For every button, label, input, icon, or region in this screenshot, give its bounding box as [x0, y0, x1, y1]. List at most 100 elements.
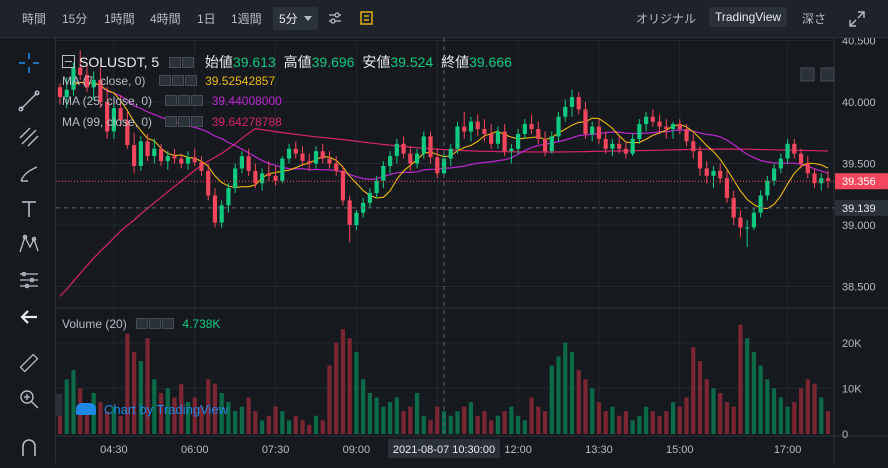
interval-1[interactable]: 15分	[62, 10, 87, 27]
candle-body	[670, 124, 676, 130]
eye-icon[interactable]	[169, 57, 182, 68]
volume-tick-label: 10K	[842, 383, 862, 395]
volume-bar	[724, 402, 730, 434]
eye-icon[interactable]	[165, 95, 178, 106]
volume-bar	[246, 397, 251, 434]
candle-body	[785, 143, 790, 159]
time-tick-label: 04:30	[100, 444, 128, 456]
volume-bar	[590, 388, 595, 434]
volume-bar	[408, 406, 413, 434]
volume-bar	[583, 379, 588, 434]
volume-bar	[691, 347, 696, 434]
volume-bar	[145, 338, 150, 434]
volume-bar	[462, 406, 467, 434]
candle-body	[192, 157, 197, 163]
chart-area[interactable]: 40.500 40.000 39.500 39.000 38.500 39.356 39.1…	[56, 35, 888, 463]
view-mode-0[interactable]: オリジナル	[636, 10, 696, 27]
gear-icon[interactable]	[171, 75, 184, 86]
candle-body	[158, 148, 164, 162]
fullscreen-icon[interactable]	[849, 11, 865, 30]
collapse-icon[interactable]	[62, 55, 75, 68]
candle-body	[185, 157, 191, 164]
candle-body	[233, 168, 238, 189]
candle-body	[684, 129, 689, 142]
interval-0[interactable]: 時間	[22, 10, 46, 27]
magnet-icon[interactable]	[16, 434, 42, 460]
crosshair-icon[interactable]	[16, 50, 42, 76]
close-icon[interactable]	[191, 116, 204, 127]
brush-icon[interactable]	[16, 160, 42, 186]
volume-bar	[704, 379, 709, 434]
candle-body	[792, 143, 797, 154]
eye-icon[interactable]	[136, 318, 149, 329]
candle-body	[381, 165, 386, 181]
candle-body	[549, 136, 554, 152]
interval-active[interactable]: 5分	[273, 7, 318, 30]
candle-body	[179, 158, 184, 164]
view-mode-1[interactable]: TradingView	[709, 7, 788, 27]
interval-2[interactable]: 1時間	[104, 10, 135, 27]
ruler-icon[interactable]	[16, 350, 42, 376]
volume-bar	[596, 402, 602, 434]
ma99-label: MA (99, close, 0)	[62, 115, 153, 129]
gear-icon[interactable]	[178, 116, 191, 127]
volume-bar	[448, 415, 453, 434]
candle-body	[435, 157, 440, 174]
candle-body	[502, 131, 507, 152]
close-icon[interactable]	[184, 75, 197, 86]
volume-bar	[388, 402, 393, 434]
candle-body	[536, 129, 541, 139]
candle-body	[307, 161, 312, 164]
volume-bar	[327, 365, 332, 434]
pattern-tool-icon[interactable]	[16, 231, 42, 257]
eye-icon[interactable]	[165, 116, 178, 127]
back-arrow-icon[interactable]	[16, 304, 42, 330]
volume-bar	[421, 415, 426, 434]
view-mode-2[interactable]: 深さ	[802, 10, 826, 27]
volume-bar	[455, 411, 460, 434]
scroll-down-icon	[800, 67, 815, 82]
price-tick-label: 39.500	[842, 159, 876, 171]
interval-5[interactable]: 1週間	[231, 10, 262, 27]
candle-body	[388, 156, 393, 166]
gear-icon[interactable]	[182, 57, 195, 68]
indicator-settings-icon[interactable]	[328, 11, 342, 28]
close-value: 39.666	[469, 54, 512, 70]
candle-body	[253, 170, 258, 184]
trend-line-icon[interactable]	[16, 88, 42, 114]
gear-icon[interactable]	[149, 318, 162, 329]
prediction-tool-icon[interactable]	[16, 267, 42, 293]
volume-bar	[718, 392, 723, 434]
candle-body	[765, 180, 770, 196]
fib-lines-icon[interactable]	[16, 124, 42, 150]
volume-bar	[664, 411, 669, 434]
volume-bar	[650, 411, 655, 434]
candle-body	[138, 141, 143, 166]
ma25-label: MA (25, close, 0)	[62, 94, 153, 108]
tradingview-watermark[interactable]: Chart by TradingView	[76, 402, 228, 417]
gear-icon[interactable]	[178, 95, 191, 106]
candle-body	[583, 109, 588, 134]
interval-3[interactable]: 4時間	[150, 10, 181, 27]
candle-body	[367, 193, 372, 203]
text-tool-icon[interactable]	[16, 196, 42, 222]
candle-body	[347, 200, 352, 226]
volume-bar	[132, 351, 137, 434]
volume-bar	[266, 415, 271, 434]
candle-body	[772, 168, 777, 181]
candle-body	[286, 148, 292, 159]
candle-body	[745, 227, 750, 229]
candle-body	[374, 180, 379, 194]
candle-body	[731, 197, 736, 218]
candle-body	[293, 148, 298, 154]
volume-bar	[293, 415, 298, 434]
time-tick-label: 12:00	[504, 444, 532, 456]
chart-type-icon[interactable]	[360, 11, 373, 28]
interval-4[interactable]: 1日	[197, 10, 216, 27]
eye-icon[interactable]	[158, 75, 171, 86]
zoom-in-icon[interactable]	[16, 386, 42, 412]
close-icon[interactable]	[162, 318, 175, 329]
price-tick-label: 40.500	[842, 38, 876, 47]
close-icon[interactable]	[191, 95, 204, 106]
candle-body	[623, 148, 628, 154]
